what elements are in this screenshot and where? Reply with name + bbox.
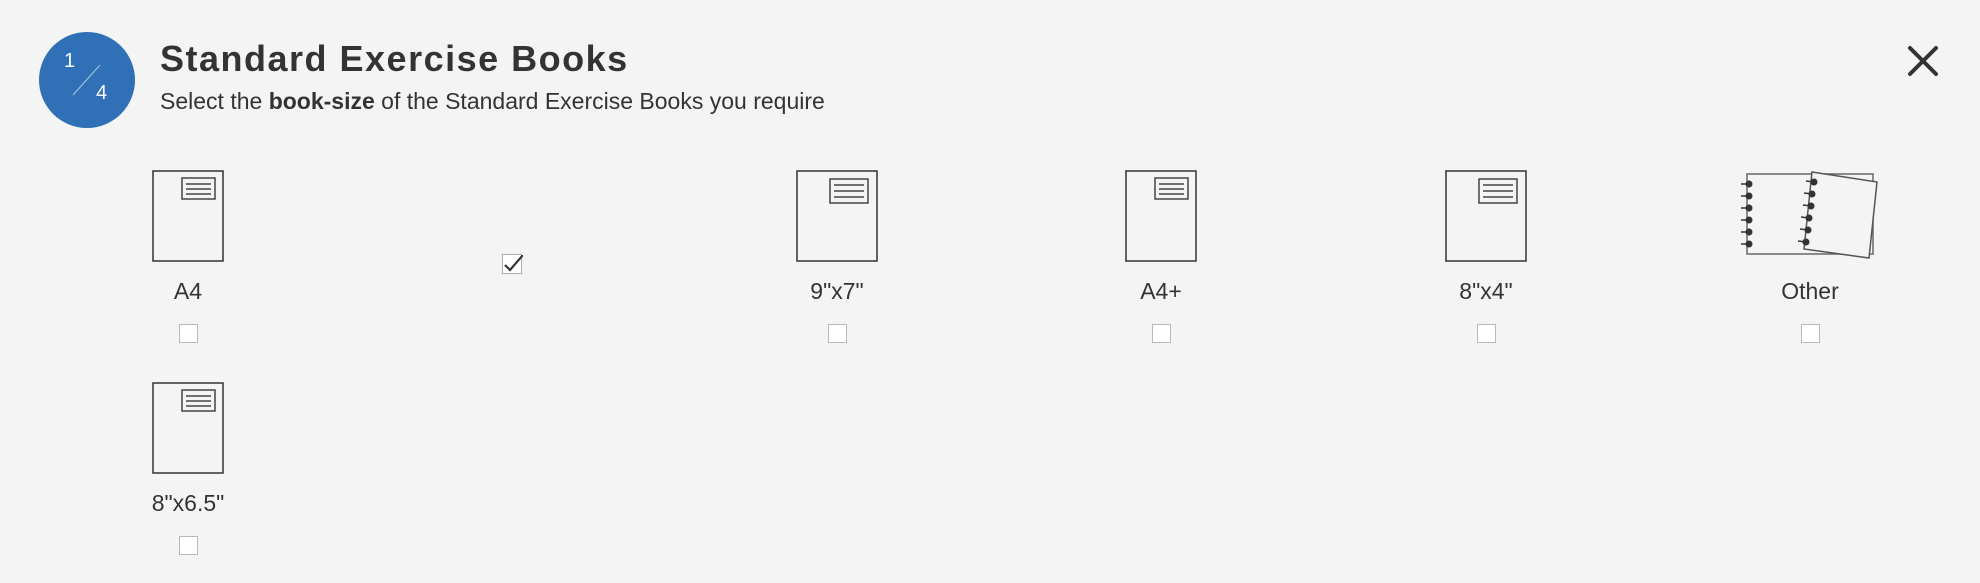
close-button[interactable]: [1906, 44, 1940, 78]
option-checkbox[interactable]: [1800, 324, 1820, 343]
exercise-book-icon: [88, 382, 288, 474]
option-other[interactable]: Other: [1710, 170, 1910, 343]
subtitle-emphasis: book-size: [268, 88, 375, 114]
option-checkbox[interactable]: [827, 324, 847, 343]
option-label: A4: [173, 278, 203, 304]
page-title: Standard Exercise Books: [160, 38, 629, 79]
option-9x7[interactable]: 9"x7": [737, 170, 937, 343]
subtitle-text: Select the: [160, 88, 269, 114]
option-label: A4+: [1140, 278, 1182, 304]
option-label: 8"x4": [1459, 278, 1513, 304]
option-checkbox[interactable]: [1476, 324, 1496, 343]
step-indicator: 1 4: [39, 32, 135, 128]
exercise-book-icon: [88, 170, 288, 262]
option-8x6-5[interactable]: 8"x6.5": [88, 382, 288, 555]
close-icon: [1908, 46, 1938, 76]
option-8x4[interactable]: 8"x4": [1386, 170, 1586, 343]
checkbox-checked[interactable]: [502, 254, 524, 274]
exercise-book-icon: [1386, 170, 1586, 262]
page-subtitle: Select the book-size of the Standard Exe…: [160, 88, 825, 115]
option-label: Other: [1781, 278, 1839, 304]
option-checkbox[interactable]: [178, 324, 198, 343]
checkmark-icon: [504, 254, 524, 272]
option-label: 9"x7": [810, 278, 864, 304]
option-a4[interactable]: A4: [88, 170, 288, 343]
option-checkbox[interactable]: [1151, 324, 1171, 343]
option-a4-plus[interactable]: A4+: [1061, 170, 1261, 343]
step-total: 4: [96, 82, 108, 104]
exercise-book-icon: [1061, 170, 1261, 262]
exercise-book-icon: [737, 170, 937, 262]
spiral-notebook-icon: [1710, 170, 1910, 262]
option-checkbox[interactable]: [178, 536, 198, 555]
step-current: 1: [64, 50, 76, 72]
option-label: 8"x6.5": [151, 490, 225, 516]
subtitle-text-rest: of the Standard Exercise Books you requi…: [374, 88, 825, 114]
